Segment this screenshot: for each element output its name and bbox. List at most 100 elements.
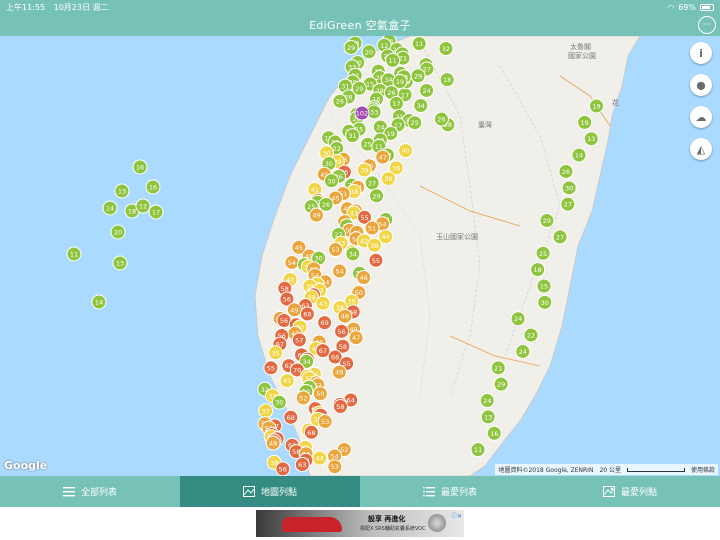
map-label: 臺灣 [478, 121, 492, 129]
aqi-marker-value: 24 [483, 397, 491, 405]
aqi-marker-value: 49 [312, 212, 320, 220]
aqi-marker-value: 56 [337, 328, 345, 336]
list-icon [62, 487, 75, 497]
aqi-marker-value: 37 [262, 407, 270, 415]
aqi-marker-value: 27 [556, 233, 564, 241]
aqi-marker-value: 46 [360, 274, 368, 282]
aqi-marker-value: 36 [392, 164, 400, 172]
aqi-marker-value: 30 [327, 177, 335, 185]
aqi-marker-value: 49 [290, 306, 298, 314]
aqi-marker-value: 19 [592, 103, 600, 111]
aqi-marker-value: 24 [376, 124, 384, 132]
ruler-icon: ◭ [696, 142, 706, 156]
aqi-marker-value: 21 [399, 55, 407, 63]
status-time: 上午11:55 [6, 2, 46, 12]
more-button[interactable]: ··· [698, 16, 716, 34]
tab-label: 全部列表 [80, 488, 117, 498]
aqi-marker-value: 45 [295, 244, 303, 252]
aqi-marker-value: 11 [388, 57, 396, 65]
aqi-marker-value: 30 [541, 299, 549, 307]
tab-fav-list[interactable]: 最愛列表 [360, 476, 540, 507]
map-label: 花 [612, 99, 619, 107]
aqi-marker-value: 54 [335, 268, 343, 276]
aqi-marker-value: 18 [128, 208, 136, 216]
aqi-marker-value: 58 [339, 343, 347, 351]
aqi-marker-value: 53 [331, 246, 339, 254]
aqi-marker-value: 56 [283, 296, 291, 304]
aqi-marker-value: 26 [562, 168, 570, 176]
aqi-marker-value: 30 [325, 160, 333, 168]
aqi-marker-value: 32 [442, 45, 450, 53]
aqi-marker-value: 47 [379, 154, 387, 162]
aqi-marker-value: 24 [422, 87, 430, 95]
ad-wheel-image [428, 514, 446, 532]
battery-percent: 69% [678, 2, 696, 12]
aqi-marker-value: 26 [387, 89, 395, 97]
aqi-marker-value: 68 [287, 414, 295, 422]
aqi-marker-value: 19 [396, 78, 404, 86]
google-logo: Google [4, 459, 48, 472]
tab-label: 最愛列表 [440, 488, 477, 498]
nav-title: EdiGreen 空氣盒子 [309, 19, 411, 32]
battery-icon [700, 3, 714, 11]
tab-fav-map[interactable]: 最愛列點 [540, 476, 720, 507]
weather-button[interactable]: ☁ [690, 106, 712, 128]
ruler-button[interactable]: ◭ [690, 138, 712, 160]
aqi-marker-value: 19 [387, 130, 395, 138]
nav-bar: EdiGreen 空氣盒子 ··· [0, 14, 720, 36]
aqi-marker-value: 16 [136, 164, 144, 172]
aqi-marker-value: 16 [149, 184, 157, 192]
aqi-marker-value: 27 [368, 179, 376, 187]
map-label: 玉山國家公園 [436, 233, 478, 241]
tab-map-points[interactable]: 地圖列點 [180, 476, 360, 507]
aqi-marker-value: 29 [347, 44, 355, 52]
aqi-marker-value: 16 [490, 430, 498, 438]
tab-label: 最愛列點 [620, 488, 657, 498]
ad-car-image [282, 517, 342, 532]
aqi-marker-value: 50 [316, 390, 324, 398]
aqi-marker-value: 55 [267, 364, 275, 372]
aqi-marker-value: 53 [331, 463, 339, 471]
aqi-marker-value: 55 [360, 214, 368, 222]
info-button[interactable]: i [690, 42, 712, 64]
ad-banner-area: 設享 再進化 標配X SRS輔助氣囊系統VOC ⓘ✕ [0, 507, 720, 540]
aqi-marker-value: 41 [283, 377, 291, 385]
aqi-marker-value: 30 [315, 255, 323, 263]
aqi-marker-value: 68 [307, 429, 315, 437]
ad-close-icon[interactable]: ⓘ✕ [451, 511, 462, 520]
aqi-marker-value: 26 [437, 116, 445, 124]
status-bar: 上午11:55 10月23日 週二 ◠ 69% [0, 0, 720, 14]
aqi-marker-value: 13 [587, 135, 595, 143]
aqi-marker-value: 12 [139, 203, 147, 211]
aqi-marker-value: 38 [350, 188, 358, 196]
ad-banner[interactable]: 設享 再進化 標配X SRS輔助氣囊系統VOC ⓘ✕ [256, 510, 464, 537]
aqi-marker-value: 26 [336, 98, 344, 106]
aqi-marker-value: 11 [70, 251, 78, 259]
terms-link[interactable]: 使用條款 [691, 465, 715, 474]
aqi-marker-value: 47 [352, 334, 360, 342]
aqi-marker-value: 31 [348, 132, 356, 140]
aqi-marker-value: 24 [514, 315, 522, 323]
aqi-marker-value: 53 [321, 418, 329, 426]
aqi-marker-value: 27 [564, 201, 572, 209]
map-view[interactable]: 1328122926203028211130323327132332283420… [0, 36, 720, 476]
aqi-marker-value: 22 [527, 332, 535, 340]
aqi-marker-value: 17 [392, 100, 400, 108]
location-button[interactable]: ⬤ [690, 74, 712, 96]
aqi-marker-value: 49 [335, 369, 343, 377]
aqi-marker-value: 64 [347, 397, 355, 405]
map-icon [242, 486, 255, 497]
fav-map-icon [602, 486, 615, 497]
aqi-marker-value: 36 [384, 175, 392, 183]
aqi-marker-value: 17 [152, 209, 160, 217]
attribution-text: 地圖資料©2018 Google, ZENRIN [498, 467, 594, 474]
aqi-marker-value: 43 [350, 210, 358, 218]
aqi-marker-value: 25 [411, 119, 419, 127]
aqi-marker-value: 11 [375, 143, 383, 151]
aqi-marker-value: 20 [114, 229, 122, 237]
scale-bar [626, 467, 685, 472]
tab-all-list[interactable]: 全部列表 [0, 476, 180, 507]
aqi-marker-value: 29 [355, 85, 363, 93]
aqi-marker-value: 63 [298, 461, 306, 469]
aqi-marker-value: 69 [320, 319, 328, 327]
